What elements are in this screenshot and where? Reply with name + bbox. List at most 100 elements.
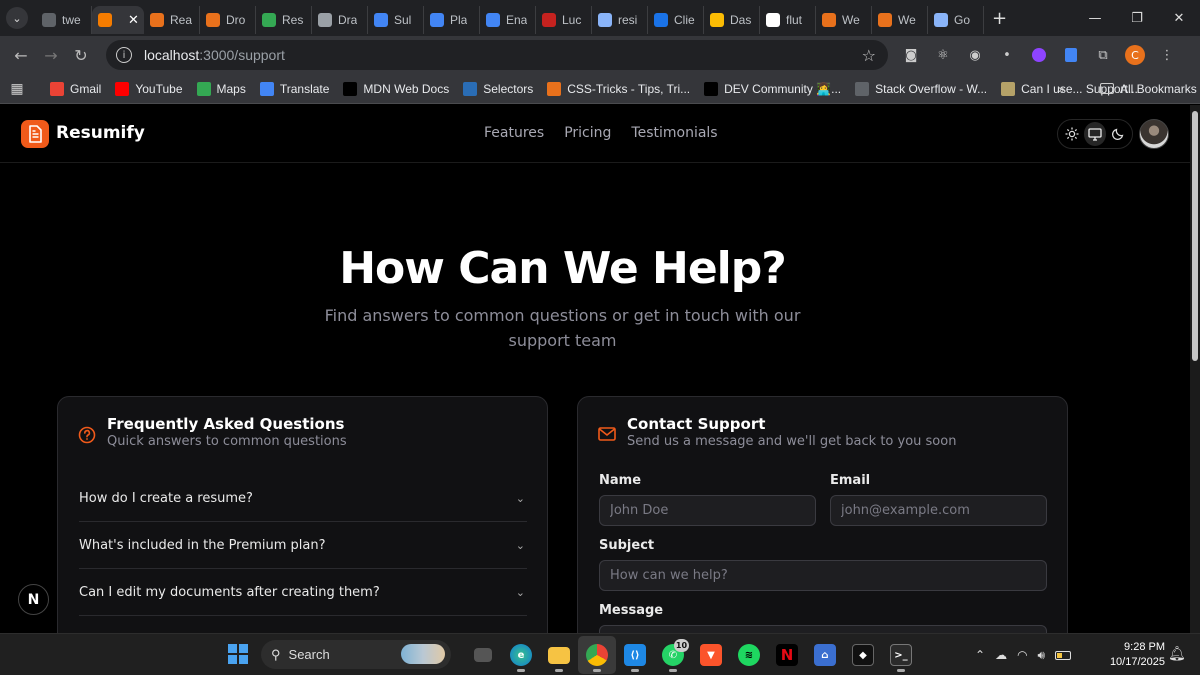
bookmark-item[interactable]: Maps (196, 81, 246, 96)
browser-tab[interactable]: ✕ (92, 6, 144, 34)
site-info-icon[interactable]: i (116, 47, 132, 63)
file-explorer-icon[interactable] (540, 636, 578, 674)
system-clock[interactable]: 9:28 PM 10/17/2025 (1105, 640, 1165, 670)
onedrive-icon[interactable]: ☁ (995, 648, 1007, 662)
close-window-button[interactable]: ✕ (1158, 0, 1200, 36)
restore-button[interactable]: ❐ (1116, 0, 1158, 36)
volume-icon[interactable]: 🔊︎ (1038, 648, 1046, 663)
wifi-icon[interactable]: ◠ (1017, 648, 1027, 662)
tab-title: We (898, 13, 916, 27)
search-highlight-image (401, 644, 445, 664)
nav-pricing-link[interactable]: Pricing (564, 125, 611, 141)
resumify-logo-icon[interactable] (21, 120, 49, 148)
terminal-icon[interactable]: >_ (882, 636, 920, 674)
record-icon[interactable]: ◉ (964, 44, 986, 66)
bookmark-item[interactable]: Gmail (50, 81, 101, 96)
back-button[interactable]: ← (6, 40, 36, 70)
browser-tab[interactable]: Pla (424, 6, 480, 34)
bookmark-item[interactable]: Translate (259, 81, 330, 96)
forward-button[interactable]: → (36, 40, 66, 70)
name-field[interactable] (599, 495, 816, 526)
browser-tab[interactable]: Das (704, 6, 760, 34)
taskbar-search[interactable]: ⚲ Search (261, 640, 451, 669)
bookmark-item[interactable]: MDN Web Docs (343, 81, 449, 96)
page-title: How Can We Help? (339, 243, 787, 294)
browser-menu-icon[interactable]: ⋮ (1156, 44, 1178, 66)
cube-app-icon[interactable]: ◆ (844, 636, 882, 674)
extensions-puzzle-icon[interactable]: ⧉ (1092, 44, 1114, 66)
profile-avatar[interactable]: C (1124, 44, 1146, 66)
nav-testimonials-link[interactable]: Testimonials (631, 125, 717, 141)
nav-features-link[interactable]: Features (484, 125, 544, 141)
brand-name[interactable]: Resumify (56, 123, 145, 143)
task-view-icon[interactable] (464, 636, 502, 674)
email-field[interactable] (830, 495, 1047, 526)
minimize-button[interactable]: — (1074, 0, 1116, 36)
camera-icon[interactable]: ◙ (900, 44, 922, 66)
browser-tab[interactable]: Res (256, 6, 312, 34)
all-bookmarks-folder[interactable]: All Bookmarks (1100, 82, 1197, 96)
browser-tab[interactable]: resi (592, 6, 648, 34)
dropper-icon[interactable]: • (996, 44, 1018, 66)
network-app-icon[interactable]: ⌂ (806, 636, 844, 674)
browser-tab[interactable]: flut (760, 6, 816, 34)
browser-tab[interactable]: Luc (536, 6, 592, 34)
bookmark-item[interactable]: CSS-Tricks - Tips, Tri... (547, 81, 690, 96)
whatsapp-icon[interactable]: ✆ 10 (654, 636, 692, 674)
faq-item[interactable]: What's included in the Premium plan? ⌄ (79, 522, 527, 569)
new-tab-button[interactable]: + (992, 8, 1007, 29)
browser-tab[interactable]: Clie (648, 6, 704, 34)
notes-extension-icon[interactable] (1060, 44, 1082, 66)
subject-field[interactable] (599, 560, 1047, 591)
browser-tab[interactable]: Dra (312, 6, 368, 34)
faq-item[interactable]: Can I edit my documents after creating t… (79, 569, 527, 616)
clock-date: 10/17/2025 (1109, 656, 1165, 668)
bookmark-item[interactable]: Selectors (463, 81, 534, 96)
faq-item[interactable]: How do I create a resume? ⌄ (79, 475, 527, 522)
address-bar[interactable]: i localhost:3000/support ☆ (106, 40, 888, 70)
browser-tab[interactable]: Sul (368, 6, 424, 34)
nextjs-devtools-badge[interactable]: N (18, 584, 49, 615)
bookmark-label: Translate (279, 81, 330, 96)
light-theme-sun-icon[interactable] (1061, 122, 1084, 146)
browser-tab[interactable]: twe (36, 6, 92, 34)
battery-icon[interactable] (1055, 650, 1072, 660)
close-tab-icon[interactable]: ✕ (128, 12, 139, 28)
tab-title: flut (786, 13, 803, 27)
netflix-icon[interactable]: N (768, 636, 806, 674)
notification-bell-icon[interactable]: 🔔︎ (1168, 646, 1186, 662)
browser-tab[interactable]: We (872, 6, 928, 34)
page-viewport: Resumify Features Pricing Testimonials H… (0, 105, 1190, 633)
user-avatar[interactable] (1139, 119, 1169, 149)
browser-tab[interactable]: Rea (144, 6, 200, 34)
more-bookmarks-icon[interactable]: » (1058, 82, 1065, 96)
purple-extension-icon[interactable] (1028, 44, 1050, 66)
bookmark-star-icon[interactable]: ☆ (862, 46, 876, 65)
react-devtools-icon[interactable]: ⚛ (932, 44, 954, 66)
edge-icon[interactable]: e (502, 636, 540, 674)
page-scrollbar[interactable] (1190, 105, 1200, 633)
dark-theme-moon-icon[interactable] (1106, 122, 1129, 146)
bookmark-label: Selectors (483, 81, 534, 96)
system-theme-monitor-icon[interactable] (1083, 122, 1107, 146)
chevron-up-icon[interactable]: ⌃ (975, 648, 985, 662)
globe-icon (855, 81, 870, 96)
brave-icon[interactable]: ▼ (692, 636, 730, 674)
reload-button[interactable]: ↻ (66, 40, 96, 70)
taskbar-search-label: Search (288, 647, 330, 662)
windows-start-icon[interactable] (228, 644, 248, 664)
browser-tab[interactable]: Go (928, 6, 984, 34)
message-field[interactable] (599, 625, 1047, 633)
browser-tab[interactable]: Dro (200, 6, 256, 34)
vscode-icon[interactable]: ⟨⟩ (616, 636, 654, 674)
tab-search-button[interactable]: ⌄ (6, 7, 28, 29)
apps-grid-icon[interactable]: ▦ (0, 80, 34, 97)
browser-tab[interactable]: We (816, 6, 872, 34)
browser-tab[interactable]: Ena (480, 6, 536, 34)
bookmark-item[interactable]: Stack Overflow - W... (855, 81, 987, 96)
chrome-icon[interactable] (578, 636, 616, 674)
bookmark-item[interactable]: YouTube (115, 81, 183, 96)
spotify-icon[interactable]: ≋ (730, 636, 768, 674)
bookmark-item[interactable]: DEV Community 👩‍💻... (704, 81, 841, 96)
scrollbar-thumb[interactable] (1192, 111, 1198, 361)
